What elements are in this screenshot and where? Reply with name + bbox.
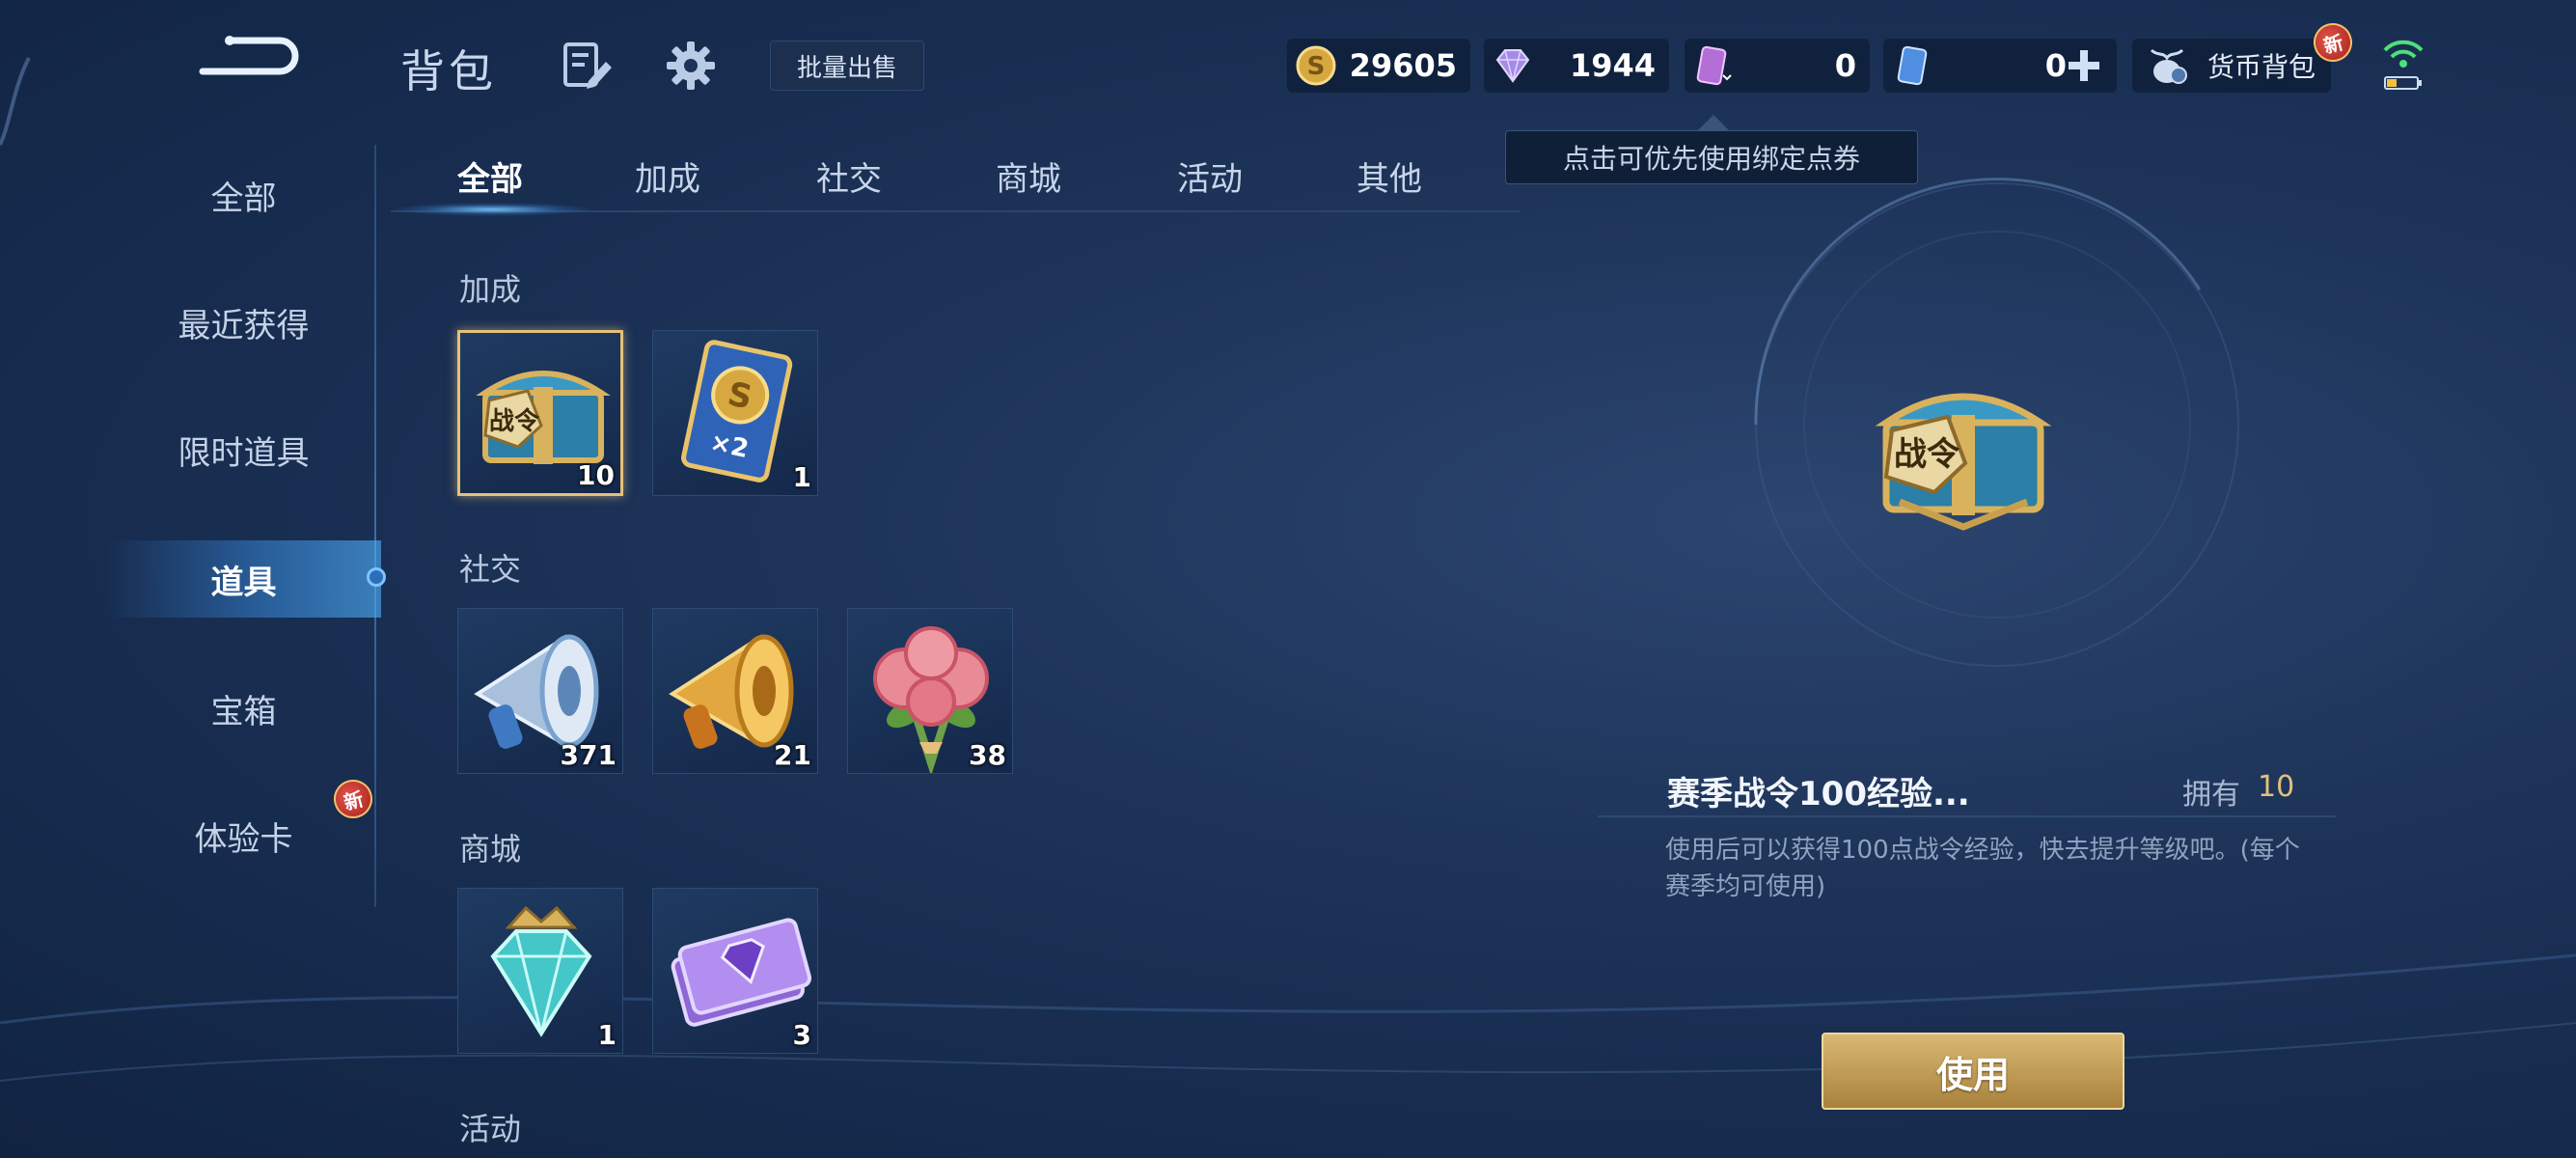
sidebar-item-limited[interactable]: 限时道具 bbox=[106, 411, 381, 488]
sidebar-item-recent[interactable]: 最近获得 bbox=[106, 284, 381, 361]
diamond-amount: 1944 bbox=[1569, 47, 1656, 84]
sidebar-divider bbox=[374, 145, 376, 907]
sidebar-active-indicator bbox=[367, 567, 386, 587]
edit-button[interactable] bbox=[558, 37, 616, 95]
sidebar-item-chest[interactable]: 宝箱 bbox=[106, 670, 381, 747]
use-button[interactable]: 使用 bbox=[1822, 1033, 2124, 1110]
item-slot-diamond-ticket[interactable]: 3 bbox=[652, 888, 818, 1054]
active-tab-glow bbox=[391, 203, 593, 216]
item-qty: 1 bbox=[792, 461, 811, 493]
sidebar-item-props[interactable]: 道具 bbox=[106, 540, 381, 618]
voucher-icon bbox=[1897, 45, 1928, 86]
bound-voucher-amount: 0 bbox=[1834, 47, 1856, 84]
item-slot-crystal-gem[interactable]: 1 bbox=[457, 888, 623, 1054]
detail-item-image: 战令 bbox=[1857, 357, 2069, 531]
detail-description: 使用后可以获得100点战令经验，快去提升等级吧。(每个赛季均可使用) bbox=[1665, 836, 2300, 901]
item-qty: 38 bbox=[969, 739, 1006, 771]
bulk-sell-button[interactable]: 批量出售 bbox=[770, 41, 924, 91]
item-qty: 21 bbox=[774, 739, 811, 771]
diamond-currency: 1944 bbox=[1484, 39, 1669, 93]
sidebar-item-all[interactable]: 全部 bbox=[106, 156, 381, 234]
section-label-event: 活动 bbox=[459, 1111, 522, 1147]
section-label-bonus: 加成 bbox=[459, 271, 522, 308]
item-slot-gold-double-card[interactable]: S ×2 1 bbox=[652, 330, 818, 496]
gear-icon bbox=[667, 41, 715, 90]
item-slot-rose-bouquet[interactable]: 38 bbox=[847, 608, 1013, 774]
svg-text:S: S bbox=[1307, 52, 1326, 81]
diamond-icon bbox=[1495, 49, 1530, 83]
tab-event[interactable]: 活动 bbox=[1177, 152, 1243, 201]
item-slot-gold-megaphone[interactable]: 21 bbox=[652, 608, 818, 774]
currency-wallet-button[interactable]: 货币背包 bbox=[2132, 39, 2331, 93]
gold-currency: S 29605 bbox=[1287, 39, 1470, 93]
item-qty: 10 bbox=[577, 459, 615, 491]
bound-voucher-icon bbox=[1696, 45, 1732, 86]
settings-button[interactable] bbox=[662, 37, 720, 95]
tab-all[interactable]: 全部 bbox=[457, 152, 523, 201]
battle-pass-emblem-text: 战令 bbox=[489, 406, 540, 436]
money-bag-icon bbox=[2150, 48, 2187, 84]
item-qty: 3 bbox=[792, 1019, 811, 1051]
detail-divider bbox=[1598, 815, 2336, 817]
detail-emblem: 战令 bbox=[1894, 435, 1960, 474]
section-label-mall: 商城 bbox=[459, 831, 522, 868]
tab-bonus[interactable]: 加成 bbox=[635, 152, 700, 201]
tab-mall[interactable]: 商城 bbox=[996, 152, 1061, 201]
back-arrow-icon bbox=[199, 36, 299, 75]
detail-emblem-text: 战令 bbox=[1894, 435, 1960, 474]
wallet-label: 货币背包 bbox=[2206, 51, 2316, 83]
item-qty: 1 bbox=[597, 1019, 617, 1051]
section-label-social: 社交 bbox=[459, 551, 522, 588]
tab-social[interactable]: 社交 bbox=[816, 152, 882, 201]
detail-item-name: 赛季战令100经验... bbox=[1667, 775, 1970, 813]
plus-icon bbox=[2069, 50, 2099, 81]
tooltip-arrow bbox=[1698, 115, 1729, 130]
wifi-signal-icon bbox=[2383, 40, 2424, 90]
item-qty: 371 bbox=[560, 739, 617, 771]
back-button[interactable] bbox=[183, 29, 309, 87]
add-voucher-button[interactable] bbox=[2065, 46, 2103, 85]
voucher-tooltip: 点击可优先使用绑定点券 bbox=[1505, 130, 1918, 184]
detail-own-label: 拥有 bbox=[2182, 778, 2240, 812]
edit-list-icon bbox=[563, 42, 612, 89]
gold-amount: 29605 bbox=[1349, 47, 1457, 84]
page-title: 背包 bbox=[400, 45, 497, 97]
double-mark-text: ×2 bbox=[707, 427, 751, 464]
voucher-amount: 0 bbox=[2044, 47, 2067, 84]
background-decoration bbox=[0, 57, 2576, 1082]
item-slot-silver-megaphone[interactable]: 371 bbox=[457, 608, 623, 774]
bound-voucher-currency[interactable]: 0 bbox=[1685, 39, 1870, 93]
tab-other[interactable]: 其他 bbox=[1357, 152, 1422, 201]
gold-coin-icon: S bbox=[1296, 45, 1336, 86]
item-slot-battle-pass-chest[interactable]: 战令 10 bbox=[457, 330, 623, 496]
detail-own-value: 10 bbox=[2258, 770, 2295, 804]
